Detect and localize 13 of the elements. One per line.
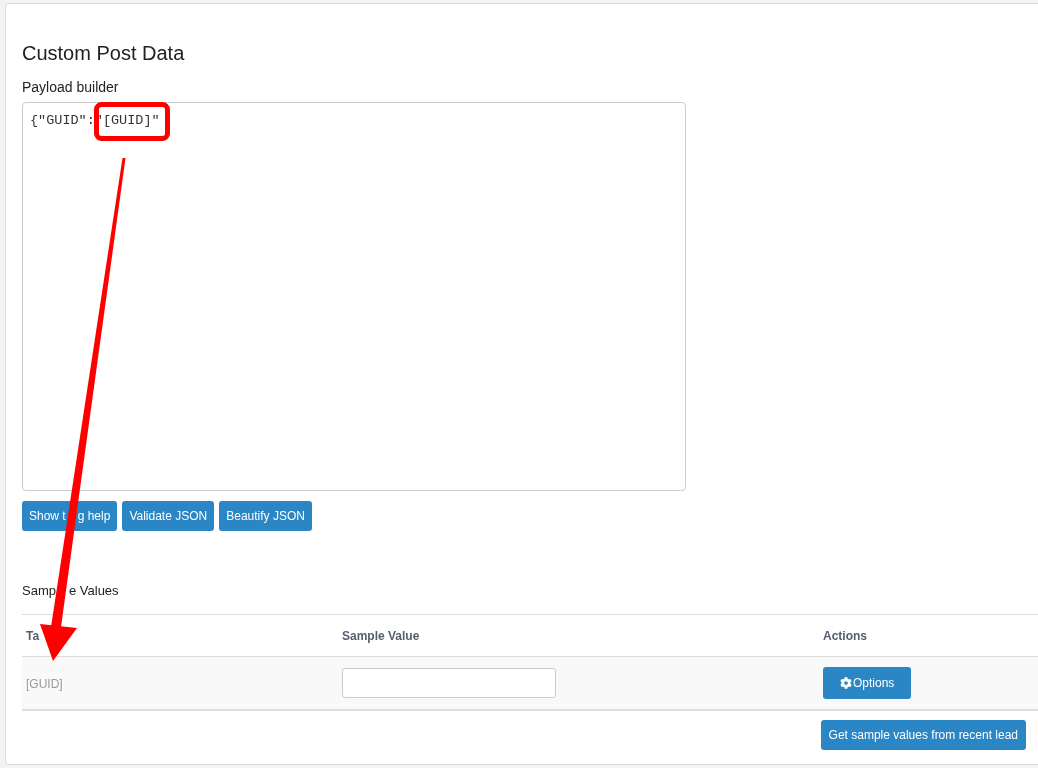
column-header: Actions [819, 614, 1038, 657]
tag-text: [GUID] [26, 677, 63, 691]
gear-icon [840, 677, 852, 689]
column-header: Sample Value [338, 614, 819, 657]
action-button[interactable]: Validate JSON [122, 501, 215, 531]
sample-value-input[interactable] [342, 668, 556, 698]
action-button[interactable]: Show t g help [22, 501, 118, 531]
field-label: Payload builder [22, 78, 119, 97]
page-title: Custom Post Data [22, 41, 185, 65]
options-button[interactable]: Options [823, 667, 912, 699]
section-title: Samp e Values [22, 582, 119, 600]
fetch-samples-button[interactable]: Get sample values from recent lead [820, 720, 1026, 750]
action-button[interactable]: Beautify JSON [219, 501, 312, 531]
